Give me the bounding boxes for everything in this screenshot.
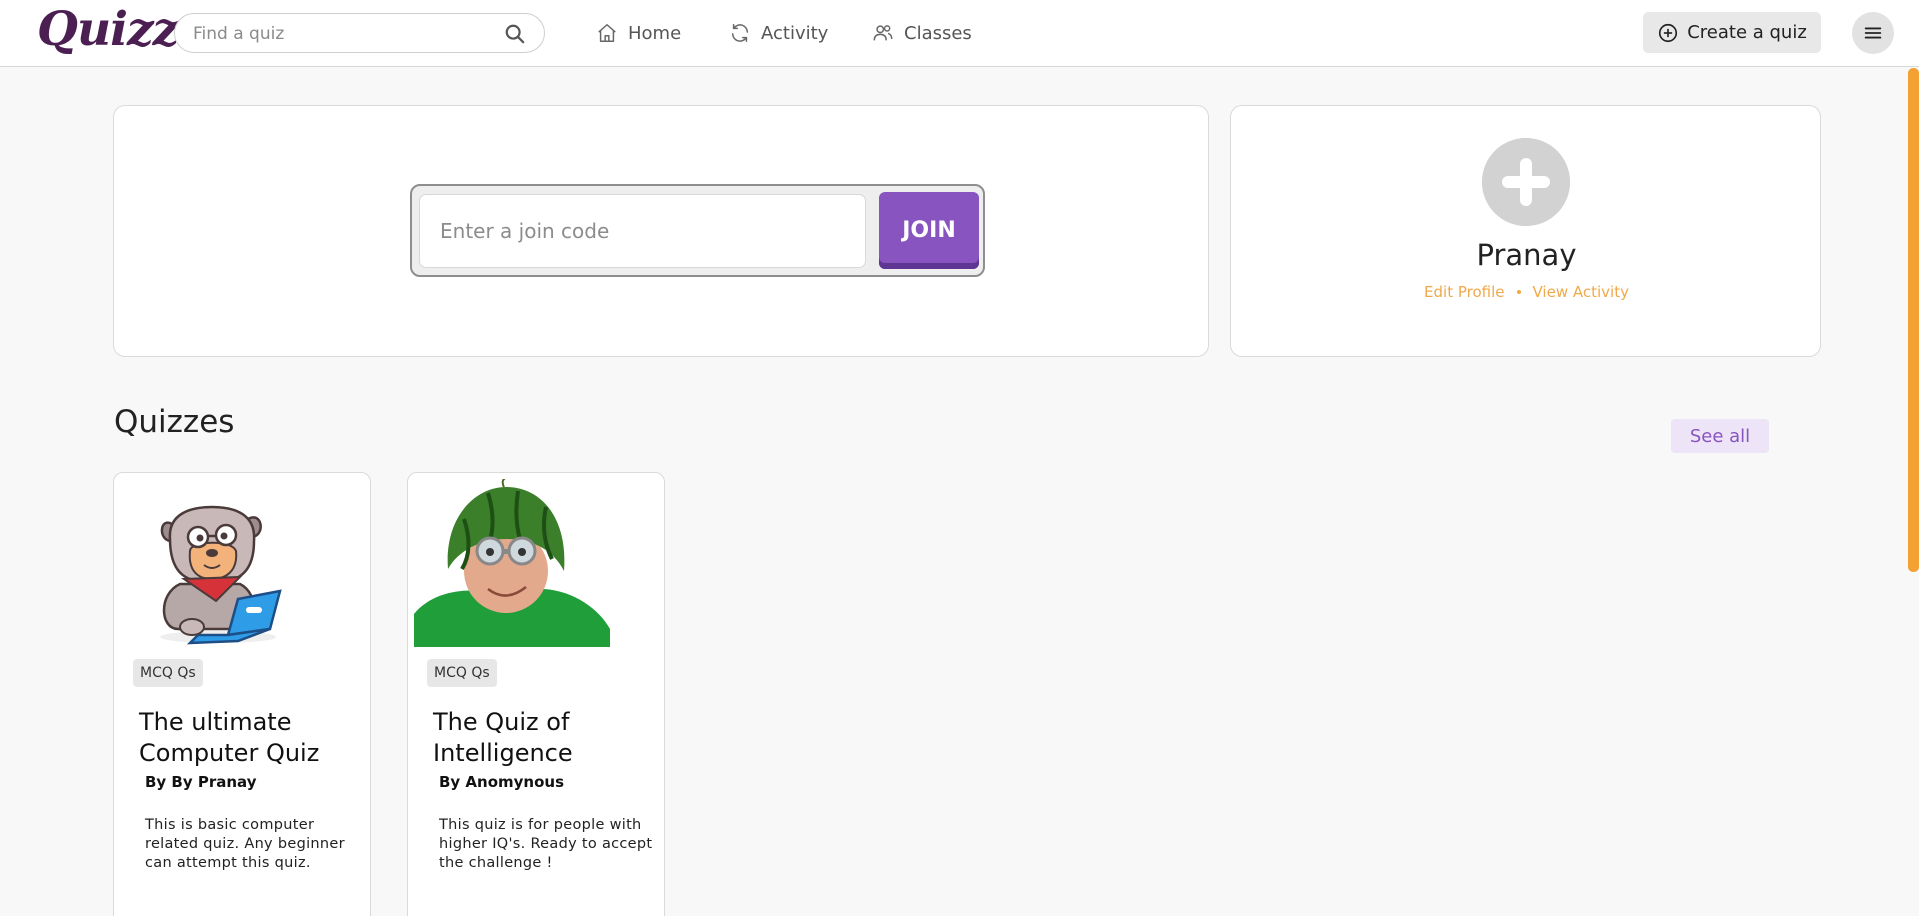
nav-activity[interactable]: Activity	[729, 20, 828, 46]
nav-home[interactable]: Home	[596, 20, 681, 46]
quiz-tag: MCQ Qs	[133, 659, 203, 687]
quiz-author: By Anomynous	[439, 773, 565, 791]
create-quiz-button[interactable]: Create a quiz	[1643, 12, 1821, 53]
plus-circle-icon	[1659, 23, 1678, 42]
add-avatar-icon	[1482, 138, 1570, 226]
quiz-image-watermelon-man	[414, 479, 610, 647]
join-card: JOIN	[113, 105, 1209, 357]
profile-name: Pranay	[1476, 238, 1577, 272]
quiz-card[interactable]: MCQ Qs The Quiz of Intelligence By Anomy…	[407, 472, 665, 916]
join-code-box: JOIN	[410, 184, 985, 277]
quiz-title: The ultimate Computer Quiz	[139, 708, 320, 767]
nav-classes-label: Classes	[904, 22, 972, 44]
view-activity-link[interactable]: View Activity	[1533, 283, 1629, 301]
search-bar	[174, 13, 545, 53]
separator-dot	[1516, 290, 1521, 294]
profile-card: Pranay Edit Profile View Activity	[1230, 105, 1821, 357]
profile-links: Edit Profile View Activity	[1231, 283, 1822, 301]
nav-activity-label: Activity	[761, 22, 829, 44]
quiz-tag: MCQ Qs	[427, 659, 497, 687]
edit-profile-link[interactable]: Edit Profile	[1424, 283, 1504, 301]
join-code-input[interactable]	[419, 194, 866, 268]
users-icon	[873, 25, 893, 41]
search-input[interactable]	[193, 22, 493, 46]
hamburger-icon	[1864, 27, 1882, 39]
avatar[interactable]	[1482, 138, 1570, 226]
page-scrollbar[interactable]	[1908, 68, 1919, 572]
quizz-logo[interactable]: Quizz	[37, 2, 179, 57]
quiz-card[interactable]: MCQ Qs The ultimate Computer Quiz By By …	[113, 472, 371, 916]
quiz-description: This quiz is for people with higher IQ's…	[439, 817, 653, 871]
top-navbar: Quizz Home Activity Classes Create a qui…	[0, 0, 1919, 67]
quiz-author: By By Pranay	[145, 773, 257, 791]
quiz-image-bulldog	[160, 505, 282, 645]
see-all-button[interactable]: See all	[1671, 419, 1769, 453]
home-icon	[598, 24, 616, 42]
nav-classes[interactable]: Classes	[872, 20, 972, 46]
create-quiz-label: Create a quiz	[1687, 22, 1807, 43]
menu-button[interactable]	[1852, 12, 1894, 54]
quiz-title: The Quiz of Intelligence	[433, 708, 573, 767]
quizzes-heading: Quizzes	[114, 404, 235, 440]
nav-home-label: Home	[628, 22, 682, 44]
join-button[interactable]: JOIN	[879, 192, 979, 269]
quiz-description: This is basic computer related quiz. Any…	[145, 817, 345, 871]
search-icon[interactable]	[504, 23, 526, 45]
refresh-icon	[731, 24, 749, 42]
